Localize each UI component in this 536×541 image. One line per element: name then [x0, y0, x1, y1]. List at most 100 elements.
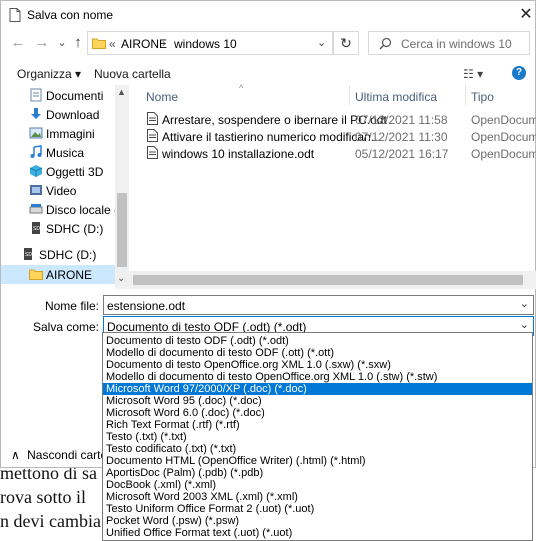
sidebar-item-video[interactable]: Video	[1, 181, 115, 200]
dropdown-option[interactable]: Testo (.txt) (*.txt)	[103, 431, 532, 443]
new-folder-button[interactable]: Nuova cartella	[94, 67, 171, 81]
savetype-label: Salva come:	[32, 320, 99, 334]
search-icon	[379, 37, 392, 50]
sidebar-item-3d-objects[interactable]: Oggetti 3D	[1, 162, 115, 181]
sidebar-item-label: Immagini	[46, 127, 95, 141]
file-modified: 07/12/2021 11:30	[355, 130, 448, 144]
sidebar-item-label: AIRONE	[46, 268, 93, 282]
sidebar-item-airone[interactable]: AIRONE	[1, 265, 115, 284]
file-type: OpenDocument	[471, 130, 536, 144]
odt-file-icon	[147, 112, 158, 125]
dropdown-option[interactable]: Pocket Word (.psw) (*.psw)	[103, 515, 532, 527]
dropdown-option[interactable]: Modello di documento di testo ODF (.ott)…	[103, 347, 532, 359]
column-divider[interactable]	[465, 85, 466, 105]
filename-label: Nome file:	[44, 299, 99, 313]
odt-file-icon	[147, 129, 158, 142]
close-button[interactable]: ✕	[512, 3, 536, 27]
sidebar-item-download[interactable]: Download	[1, 105, 115, 124]
dropdown-option[interactable]: Microsoft Word 2003 XML (.xml) (*.xml)	[103, 491, 532, 503]
file-row[interactable]: Attivare il tastierino numerico modifica…	[141, 127, 536, 145]
address-bar[interactable]: « AIRONE › windows 10 ⌄	[87, 31, 333, 55]
dropdown-option[interactable]: Testo Uniform Office Format 2 (.uot) (*.…	[103, 503, 532, 515]
file-row[interactable]: Arrestare, sospendere o ibernare il PC.o…	[141, 110, 536, 128]
sidebar-item-sdhc[interactable]: SD SDHC (D:)	[1, 219, 115, 238]
file-row[interactable]: windows 10 installazione.odt 05/12/2021 …	[141, 144, 536, 162]
sd-card-icon: SD	[32, 222, 40, 234]
background-document-line: n devi cambia	[0, 511, 101, 531]
column-header-name[interactable]: Nome	[146, 90, 178, 104]
chevron-down-icon[interactable]: ⌄	[520, 297, 529, 310]
sd-card-icon: SD	[24, 248, 32, 260]
sidebar-item-label: SDHC (D:)	[46, 222, 104, 236]
sidebar-item-label: Documenti	[46, 89, 104, 103]
odt-file-icon	[147, 146, 158, 159]
navigation-pane: Documenti Download Immagini Musica Ogget…	[1, 85, 129, 289]
refresh-button[interactable]: ↻	[333, 31, 359, 55]
file-type: OpenDocument	[471, 113, 536, 127]
folder-icon	[29, 269, 43, 280]
column-divider[interactable]	[349, 85, 350, 105]
dropdown-option[interactable]: Documento di testo OpenOffice.org XML 1.…	[103, 359, 532, 371]
document-icon	[9, 8, 21, 22]
scroll-up-icon[interactable]: ▲	[117, 87, 126, 97]
dropdown-option[interactable]: DocBook (.xml) (*.xml)	[103, 479, 532, 491]
file-modified: 05/12/2021 16:17	[355, 147, 449, 161]
title-bar: Salva con nome ✕	[1, 1, 536, 29]
sidebar-item-label: Oggetti 3D	[46, 165, 104, 179]
filename-input[interactable]: estensione.odt ⌄	[103, 295, 534, 315]
forward-button[interactable]: →	[33, 34, 51, 52]
dropdown-option[interactable]: Testo codificato (.txt) (*.txt)	[103, 443, 532, 455]
sidebar-item-label: Video	[46, 184, 77, 198]
sidebar-item-music[interactable]: Musica	[1, 143, 115, 162]
file-name: Arrestare, sospendere o ibernare il PC.o…	[162, 113, 387, 127]
svg-text:SD: SD	[33, 226, 40, 232]
sort-indicator-icon: ^	[239, 83, 244, 93]
column-header-type[interactable]: Tipo	[471, 90, 494, 104]
dropdown-option[interactable]: Rich Text Format (.rtf) (*.rtf)	[103, 419, 532, 431]
chevron-up-icon: ∧	[11, 448, 20, 462]
folder-icon	[92, 38, 106, 49]
documents-icon	[30, 88, 42, 102]
chevron-down-icon[interactable]: ⌄	[520, 318, 529, 331]
address-dropdown-icon[interactable]: ⌄	[317, 36, 326, 49]
column-header-modified[interactable]: Ultima modifica	[355, 90, 437, 104]
sidebar-item-pictures[interactable]: Immagini	[1, 124, 115, 143]
filename-value: estensione.odt	[107, 299, 186, 313]
sidebar-item-label: Download	[46, 108, 100, 122]
breadcrumb-prefix: «	[109, 37, 116, 51]
download-icon	[31, 108, 41, 119]
breadcrumb-separator: ›	[162, 36, 166, 50]
music-icon	[30, 145, 42, 158]
breadcrumb-item[interactable]: AIRONE	[121, 37, 167, 51]
background-document-line: rova sotto il	[0, 487, 86, 507]
search-box[interactable]: Cerca in windows 10	[368, 31, 530, 55]
dropdown-option[interactable]: AportisDoc (Palm) (.pdb) (*.pdb)	[103, 467, 532, 479]
dropdown-option-selected[interactable]: Microsoft Word 97/2000/XP (.doc) (*.doc)	[103, 383, 532, 395]
scroll-down-icon[interactable]: ⌄	[117, 273, 125, 284]
view-options-icon[interactable]: ☷ ▾	[463, 67, 483, 81]
3d-objects-icon	[29, 165, 43, 177]
video-icon	[30, 185, 42, 195]
drive-icon	[29, 204, 43, 214]
dropdown-option[interactable]: Modello di documento di testo OpenOffice…	[103, 371, 532, 383]
sidebar-item-label: Musica	[46, 146, 85, 160]
file-type: OpenDocument	[471, 147, 536, 161]
help-icon[interactable]: ?	[512, 66, 526, 80]
navigation-scrollbar-thumb[interactable]	[117, 193, 127, 267]
sidebar-item-documents[interactable]: Documenti	[1, 86, 115, 105]
organize-menu[interactable]: Organizza ▾	[17, 67, 81, 81]
pictures-icon	[29, 127, 43, 139]
dropdown-option[interactable]: Documento HTML (OpenOffice Writer) (.htm…	[103, 455, 532, 467]
dropdown-option[interactable]: Documento di testo ODF (.odt) (*.odt)	[103, 335, 532, 347]
sidebar-item-sdhc-root[interactable]: SD SDHC (D:)	[1, 245, 115, 264]
breadcrumb-item[interactable]: windows 10	[174, 37, 237, 51]
back-button[interactable]: ←	[9, 34, 27, 52]
dropdown-option[interactable]: Unified Office Format text (.uot) (*.uot…	[103, 527, 532, 539]
sidebar-item-local-disk[interactable]: Disco locale (C:)	[1, 200, 129, 219]
dropdown-option[interactable]: Microsoft Word 6.0 (.doc) (*.doc)	[103, 407, 532, 419]
dropdown-option[interactable]: Microsoft Word 95 (.doc) (*.doc)	[103, 395, 532, 407]
file-modified: 07/12/2021 11:58	[355, 113, 448, 127]
sidebar-item-label: SDHC (D:)	[39, 248, 97, 262]
up-button[interactable]: ↑	[69, 34, 87, 52]
file-list-scrollbar-thumb[interactable]	[133, 275, 523, 285]
